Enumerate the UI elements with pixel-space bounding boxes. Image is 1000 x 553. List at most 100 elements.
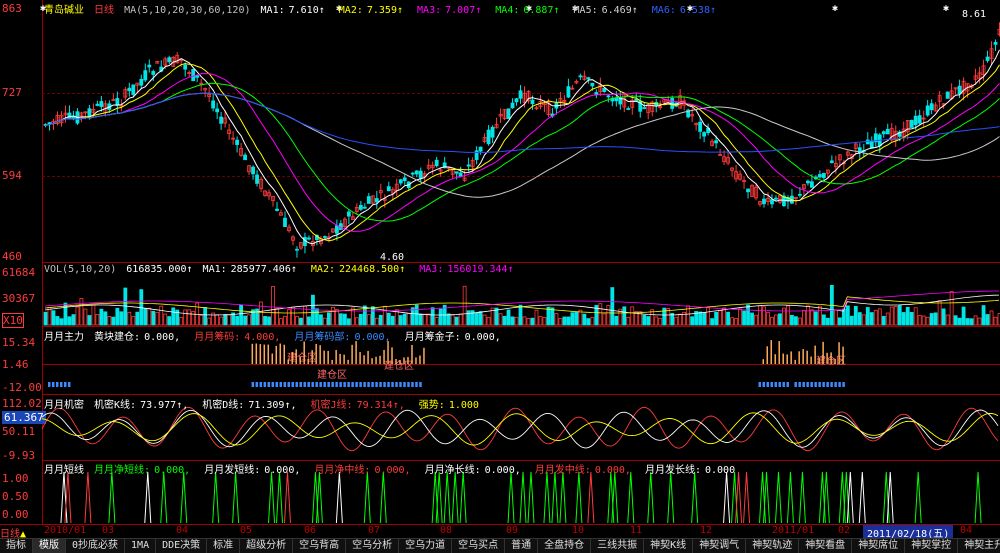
tab-item[interactable]: 神契K线 <box>644 539 694 553</box>
volume-bar[interactable] <box>506 309 511 326</box>
candlestick[interactable] <box>738 170 742 181</box>
volume-bar[interactable] <box>646 316 651 326</box>
volume-bar[interactable] <box>271 285 275 326</box>
candlestick[interactable] <box>638 94 643 118</box>
tab-item[interactable]: 指标 <box>0 539 33 553</box>
volume-bar[interactable] <box>654 316 659 326</box>
candlestick[interactable] <box>750 184 754 197</box>
volume-bar[interactable] <box>714 311 718 326</box>
volume-bar[interactable] <box>167 316 172 326</box>
candlestick[interactable] <box>59 111 64 127</box>
volume-bar[interactable] <box>47 307 52 326</box>
candlestick[interactable] <box>734 165 738 183</box>
volume-bar[interactable] <box>179 316 184 326</box>
candlestick[interactable] <box>574 79 579 85</box>
volume-bar[interactable] <box>259 301 263 326</box>
volume-bar[interactable] <box>893 306 898 326</box>
candlestick[interactable] <box>985 50 990 63</box>
candlestick[interactable] <box>295 246 299 258</box>
volume-bar[interactable] <box>99 308 104 326</box>
candlestick[interactable] <box>937 90 942 108</box>
candlestick[interactable] <box>933 102 938 112</box>
volume-bar[interactable] <box>917 315 922 326</box>
volume-bar[interactable] <box>961 306 966 326</box>
candlestick[interactable] <box>219 112 224 130</box>
volume-bar[interactable] <box>151 310 156 326</box>
candlestick[interactable] <box>267 189 271 201</box>
volume-bar[interactable] <box>327 312 331 326</box>
volume-bar[interactable] <box>642 314 647 326</box>
volume-bar[interactable] <box>877 308 882 326</box>
volume-bar[interactable] <box>790 314 794 326</box>
volume-bar[interactable] <box>191 310 196 326</box>
volume-bar[interactable] <box>985 314 990 326</box>
volume-bar[interactable] <box>398 315 403 326</box>
candlestick[interactable] <box>330 228 335 234</box>
volume-bar[interactable] <box>798 317 802 326</box>
candlestick[interactable] <box>614 91 619 107</box>
volume-bar[interactable] <box>901 312 906 326</box>
volume-bar[interactable] <box>853 306 858 326</box>
volume-bar[interactable] <box>718 310 722 326</box>
candlestick[interactable] <box>566 78 571 98</box>
candlestick[interactable] <box>953 87 958 95</box>
tab-item[interactable]: 神契掌控 <box>905 539 959 553</box>
volume-bar[interactable] <box>833 309 838 326</box>
volume-bar[interactable] <box>806 305 810 326</box>
volume-bar[interactable] <box>482 314 487 326</box>
volume-bar[interactable] <box>107 316 112 326</box>
volume-bar[interactable] <box>574 311 579 326</box>
volume-bar[interactable] <box>342 313 347 326</box>
tab-item[interactable]: 1MA <box>125 539 157 553</box>
volume-bar[interactable] <box>67 316 72 326</box>
candlestick[interactable] <box>95 100 100 107</box>
candlestick[interactable] <box>845 150 850 159</box>
candlestick[interactable] <box>458 166 463 178</box>
volume-bar[interactable] <box>386 312 391 326</box>
volume-bar[interactable] <box>171 307 176 326</box>
candlestick[interactable] <box>247 165 251 175</box>
candlestick[interactable] <box>594 89 599 99</box>
tab-item[interactable]: 三线共振 <box>591 539 645 553</box>
candlestick[interactable] <box>626 106 631 110</box>
tab-item[interactable]: 神契轨迹 <box>746 539 800 553</box>
tab-item[interactable]: 神契主升 <box>958 539 1000 553</box>
candlestick[interactable] <box>506 108 511 120</box>
candlestick[interactable] <box>678 89 683 109</box>
candlestick[interactable] <box>147 59 152 73</box>
candlestick[interactable] <box>291 235 295 246</box>
candlestick[interactable] <box>275 201 279 212</box>
volume-bar[interactable] <box>841 308 846 326</box>
volume-bar[interactable] <box>243 315 247 326</box>
volume-bar[interactable] <box>518 304 523 326</box>
volume-bar[interactable] <box>813 311 818 326</box>
volume-bar[interactable] <box>378 314 383 326</box>
candlestick[interactable] <box>454 171 459 180</box>
candlestick[interactable] <box>758 200 762 207</box>
volume-bar[interactable] <box>857 312 862 326</box>
candlestick[interactable] <box>378 183 383 201</box>
volume-bar[interactable] <box>311 294 315 326</box>
tab-item[interactable]: 空乌背高 <box>293 539 347 553</box>
volume-bar[interactable] <box>59 318 64 326</box>
volume-bar[interactable] <box>287 309 291 326</box>
volume-bar[interactable] <box>606 305 611 326</box>
candlestick[interactable] <box>207 87 212 103</box>
volume-bar[interactable] <box>358 313 363 326</box>
volume-bar[interactable] <box>143 308 148 326</box>
volume-bar[interactable] <box>263 316 267 326</box>
candlestick[interactable] <box>829 155 834 164</box>
volume-bar[interactable] <box>766 312 770 326</box>
volume-bar[interactable] <box>131 315 136 326</box>
candlestick[interactable] <box>342 217 347 229</box>
volume-bar[interactable] <box>742 310 746 326</box>
tab-item[interactable]: 空乌力道 <box>399 539 453 553</box>
candlestick[interactable] <box>989 41 994 65</box>
volume-bar[interactable] <box>885 312 890 326</box>
candlestick[interactable] <box>346 209 351 224</box>
candlestick[interactable] <box>646 103 651 120</box>
volume-bar[interactable] <box>299 317 303 326</box>
volume-bar[interactable] <box>821 314 826 326</box>
candlestick[interactable] <box>578 73 583 81</box>
candlestick[interactable] <box>865 132 870 145</box>
